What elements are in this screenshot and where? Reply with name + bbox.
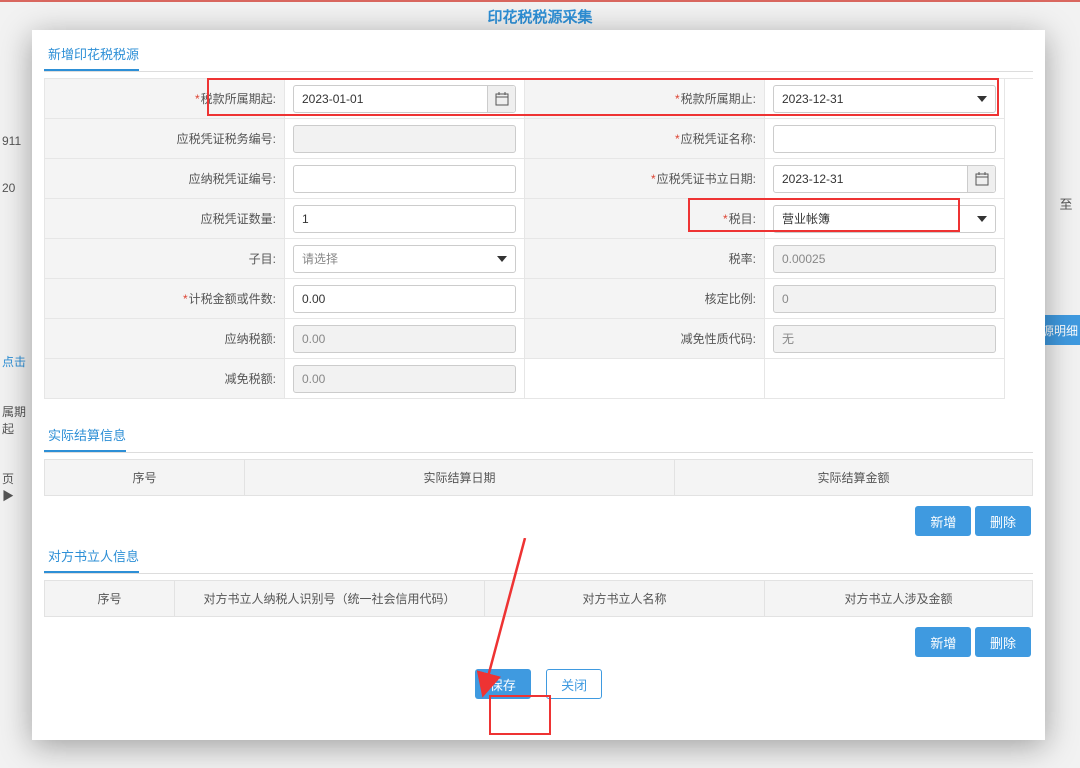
chevron-down-icon	[977, 96, 987, 102]
input-voucher-tax-no	[293, 125, 516, 153]
label-voucher-qty: 应税凭证数量:	[45, 199, 285, 239]
bg-tag-right: 源明细	[1040, 315, 1080, 345]
select-sub-item[interactable]: 请选择	[293, 245, 516, 273]
label-tax-basis: *计税金额或件数:	[45, 279, 285, 319]
label-exempt-code: 减免性质代码:	[525, 319, 765, 359]
col-seq: 序号	[45, 460, 245, 496]
calendar-icon[interactable]	[487, 86, 515, 112]
label-tax-payable: 应纳税额:	[45, 319, 285, 359]
input-period-from[interactable]: 2023-01-01	[293, 85, 516, 113]
input-voucher-name[interactable]	[773, 125, 996, 153]
input-voucher-date[interactable]: 2023-12-31	[773, 165, 996, 193]
label-voucher-name: *应税凭证名称:	[525, 119, 765, 159]
bg-to-label: 至	[1052, 188, 1080, 218]
col-cp-name: 对方书立人名称	[485, 581, 765, 617]
select-period-to[interactable]: 2023-12-31	[773, 85, 996, 113]
section-title-counterparty: 对方书立人信息	[44, 542, 139, 573]
input-tax-pay-voucher-no[interactable]	[293, 165, 516, 193]
settlement-add-button[interactable]: 新增	[915, 506, 971, 536]
label-voucher-date: *应税凭证书立日期:	[525, 159, 765, 199]
input-tax-payable: 0.00	[293, 325, 516, 353]
label-tax-item: *税目:	[525, 199, 765, 239]
section-title-settlement: 实际结算信息	[44, 421, 126, 452]
close-button[interactable]: 关闭	[546, 669, 602, 699]
chevron-down-icon	[497, 256, 507, 262]
input-voucher-qty[interactable]: 1	[293, 205, 516, 233]
col-settle-amount: 实际结算金额	[675, 460, 1033, 496]
col-seq2: 序号	[45, 581, 175, 617]
input-tax-rate: 0.00025	[773, 245, 996, 273]
col-cp-taxid: 对方书立人纳税人识别号（统一社会信用代码）	[175, 581, 485, 617]
settlement-delete-button[interactable]: 删除	[975, 506, 1031, 536]
section-title-new-source: 新增印花税税源	[44, 40, 139, 71]
background-left-strip: 911 20 点击 属期起 页 ▶	[0, 130, 30, 533]
label-sub-item: 子目:	[45, 239, 285, 279]
input-tax-basis[interactable]: 0.00	[293, 285, 516, 313]
label-period-to: *税款所属期止:	[525, 79, 765, 119]
form-grid: *税款所属期起: 2023-01-01 *税款所属期止: 2023-12-31 …	[44, 78, 1033, 399]
calendar-icon[interactable]	[967, 166, 995, 192]
col-settle-date: 实际结算日期	[245, 460, 675, 496]
col-cp-amount: 对方书立人涉及金额	[765, 581, 1033, 617]
label-voucher-tax-no: 应税凭证税务编号:	[45, 119, 285, 159]
input-exempt-amount: 0.00	[293, 365, 516, 393]
select-tax-item[interactable]: 营业帐簿	[773, 205, 996, 233]
label-exempt-amount: 减免税额:	[45, 359, 285, 399]
counterparty-add-button[interactable]: 新增	[915, 627, 971, 657]
settlement-table: 序号 实际结算日期 实际结算金额	[44, 459, 1033, 496]
chevron-down-icon	[977, 216, 987, 222]
input-exempt-code: 无	[773, 325, 996, 353]
label-assess-ratio: 核定比例:	[525, 279, 765, 319]
label-period-from: *税款所属期起:	[45, 79, 285, 119]
counterparty-delete-button[interactable]: 删除	[975, 627, 1031, 657]
page-title: 印花税税源采集	[0, 6, 1080, 30]
label-tax-pay-voucher-no: 应纳税凭证编号:	[45, 159, 285, 199]
counterparty-table: 序号 对方书立人纳税人识别号（统一社会信用代码） 对方书立人名称 对方书立人涉及…	[44, 580, 1033, 617]
label-tax-rate: 税率:	[525, 239, 765, 279]
modal-stamp-tax-source: 新增印花税税源 *税款所属期起: 2023-01-01 *税款所属期止: 202…	[32, 30, 1045, 740]
input-assess-ratio: 0	[773, 285, 996, 313]
save-button[interactable]: 保存	[475, 669, 531, 699]
